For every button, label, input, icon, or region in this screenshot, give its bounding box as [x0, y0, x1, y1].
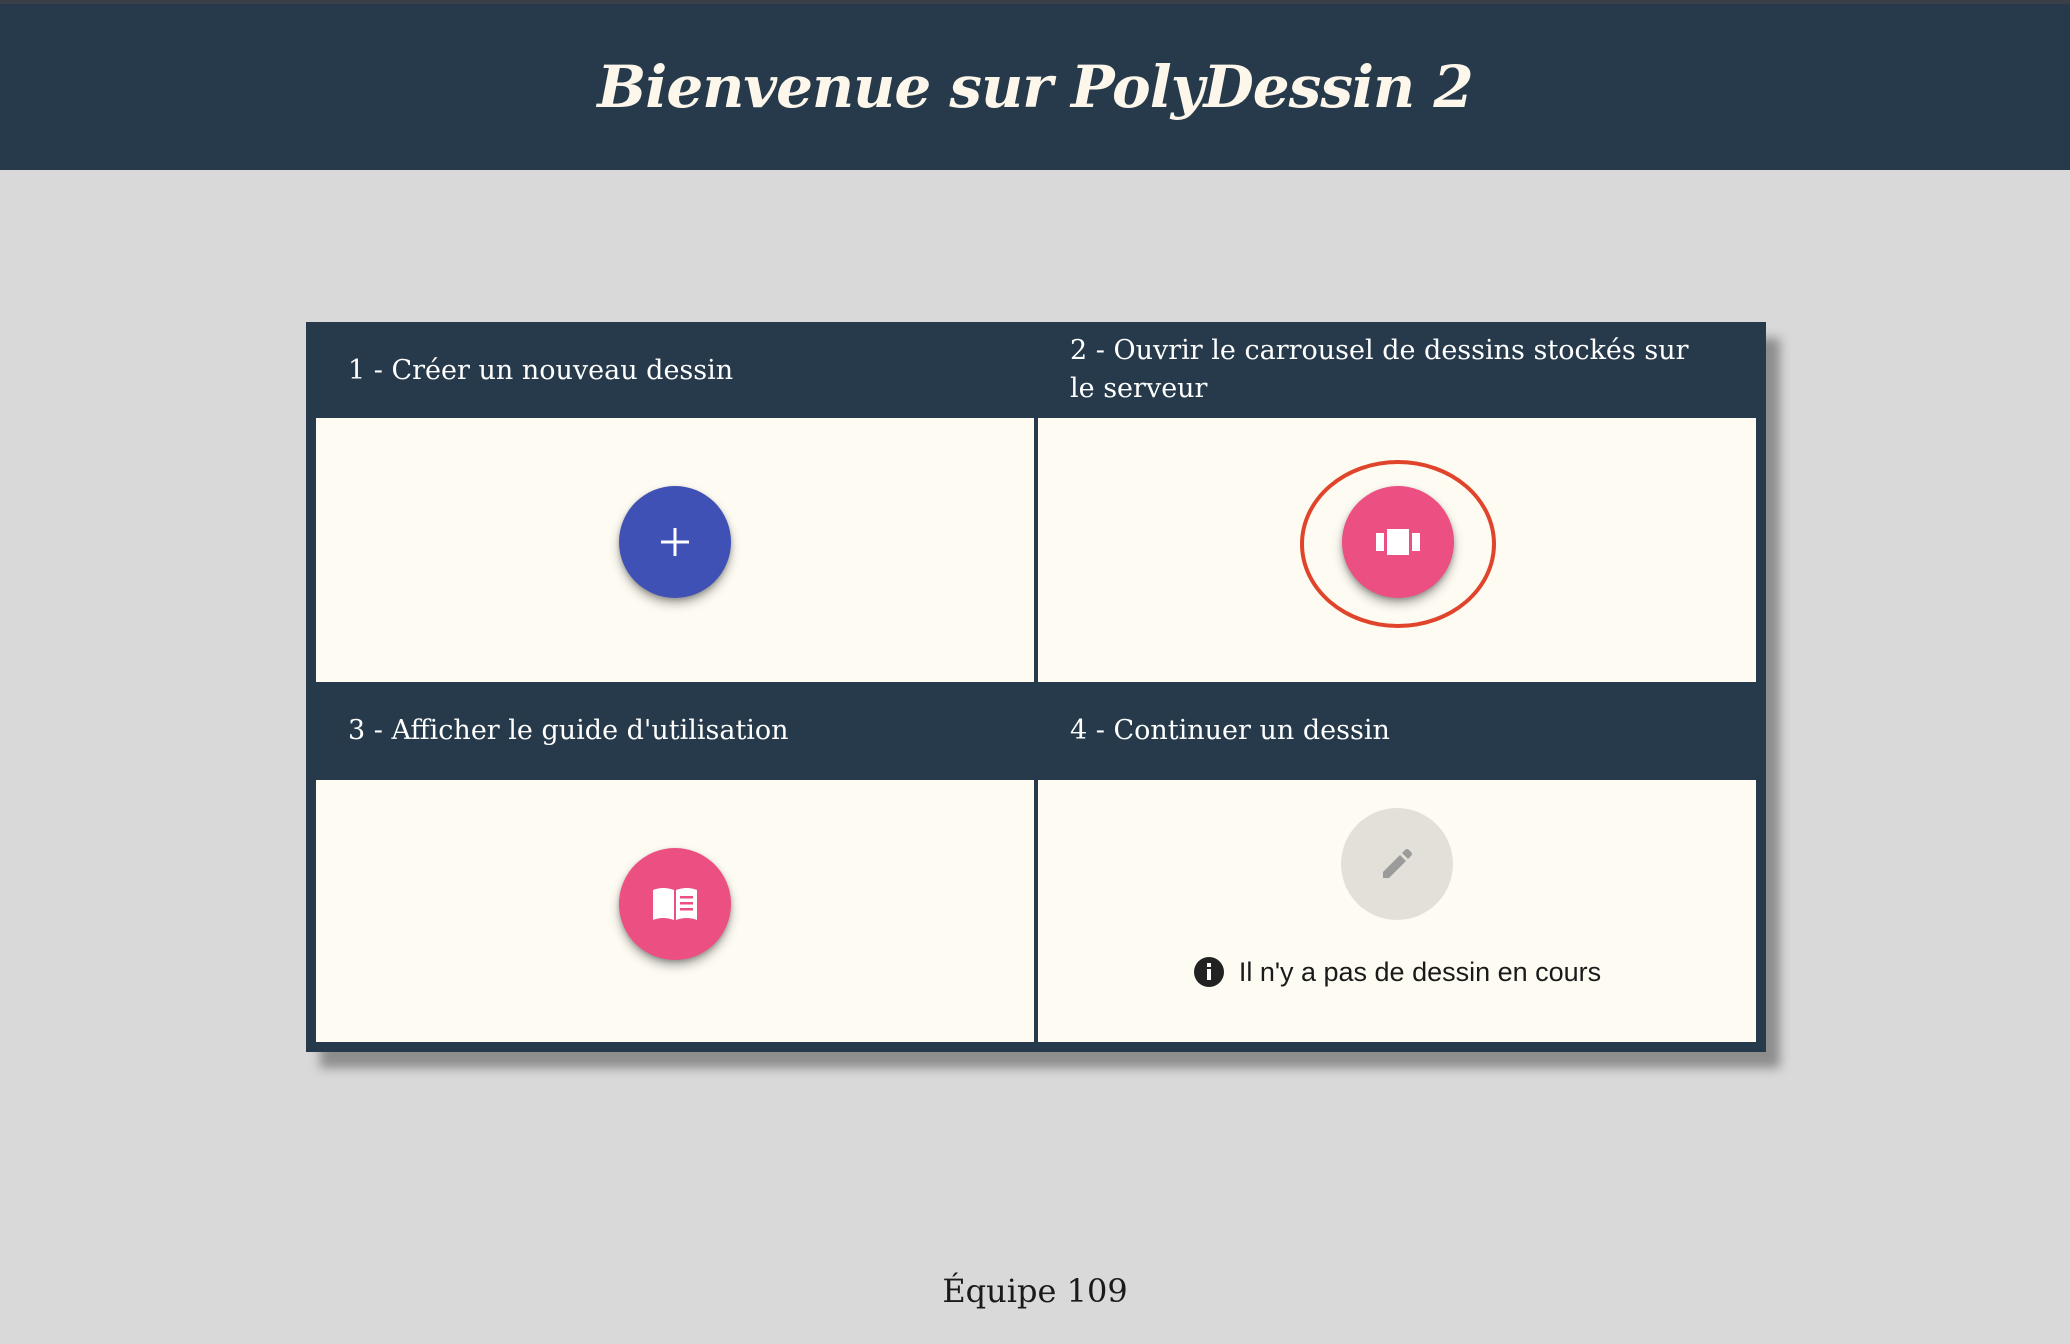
new-drawing-button[interactable] — [619, 486, 731, 598]
plus-icon — [661, 528, 689, 556]
pencil-icon — [1383, 849, 1412, 878]
card-guide — [316, 780, 1034, 1042]
card-continue: Il n'y a pas de dessin en cours — [1038, 780, 1756, 1042]
menu-panel: 1 - Créer un nouveau dessin 2 - Ouvrir l… — [306, 322, 1766, 1052]
guide-button[interactable] — [619, 848, 731, 960]
no-drawing-message: Il n'y a pas de dessin en cours — [1038, 956, 1756, 988]
card-carousel — [1038, 418, 1756, 682]
app-header: Bienvenue sur PolyDessin 2 — [0, 0, 2070, 170]
footer-team: Équipe 109 — [942, 1272, 1128, 1310]
card-heading-carousel: 2 - Ouvrir le carrousel de dessins stock… — [1070, 335, 1689, 404]
card-heading-continue: 4 - Continuer un dessin — [1070, 715, 1390, 746]
page-title: Bienvenue sur PolyDessin 2 — [597, 53, 1473, 121]
continue-drawing-button[interactable] — [1341, 808, 1453, 920]
card-new-drawing — [316, 418, 1034, 682]
info-text: Il n'y a pas de dessin en cours — [1238, 956, 1602, 987]
card-heading-new-drawing: 1 - Créer un nouveau dessin — [348, 355, 734, 386]
info-icon — [1193, 957, 1224, 987]
carousel-button[interactable] — [1342, 486, 1454, 598]
carousel-icon — [1376, 529, 1420, 555]
book-icon — [653, 888, 697, 920]
card-heading-guide: 3 - Afficher le guide d'utilisation — [348, 715, 789, 746]
